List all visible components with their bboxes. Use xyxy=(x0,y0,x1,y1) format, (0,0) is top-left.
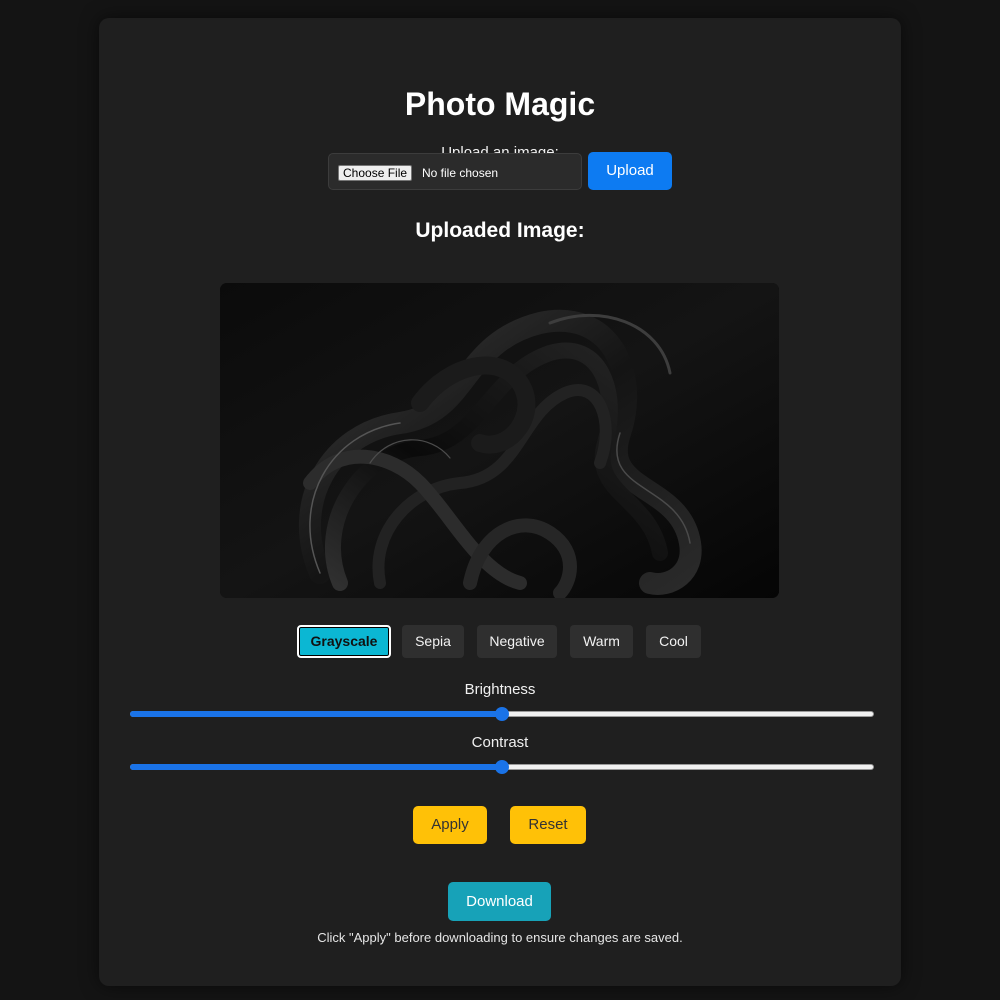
grayscale-filter-button[interactable]: Grayscale xyxy=(297,625,391,658)
image-preview xyxy=(220,283,779,598)
contrast-slider[interactable] xyxy=(130,760,874,774)
negative-filter-button[interactable]: Negative xyxy=(477,625,557,658)
brightness-slider[interactable] xyxy=(130,707,874,721)
app-title: Photo Magic xyxy=(404,86,596,122)
choose-file-button[interactable]: Choose File xyxy=(338,165,413,181)
slider-thumb[interactable] xyxy=(495,760,509,774)
download-note: Click "Apply" before downloading to ensu… xyxy=(317,930,683,945)
abstract-ribbon-image xyxy=(220,283,779,598)
slider-fill xyxy=(130,711,502,717)
reset-button[interactable]: Reset xyxy=(510,806,586,844)
slider-thumb[interactable] xyxy=(495,707,509,721)
slider-fill xyxy=(130,764,502,770)
editor-card: Photo Magic Upload an image: Choose File… xyxy=(99,18,901,986)
filter-buttons: Grayscale Sepia Negative Warm Cool xyxy=(99,625,901,659)
file-input[interactable]: Choose File No file chosen xyxy=(328,153,582,190)
apply-button[interactable]: Apply xyxy=(413,806,487,844)
cool-filter-button[interactable]: Cool xyxy=(646,625,701,658)
brightness-label: Brightness xyxy=(464,681,536,698)
warm-filter-button[interactable]: Warm xyxy=(570,625,633,658)
upload-button[interactable]: Upload xyxy=(588,152,672,190)
sepia-filter-button[interactable]: Sepia xyxy=(402,625,464,658)
file-status: No file chosen xyxy=(422,166,499,180)
contrast-label: Contrast xyxy=(471,734,529,751)
download-button[interactable]: Download xyxy=(448,882,551,921)
uploaded-image-heading: Uploaded Image: xyxy=(415,219,585,242)
